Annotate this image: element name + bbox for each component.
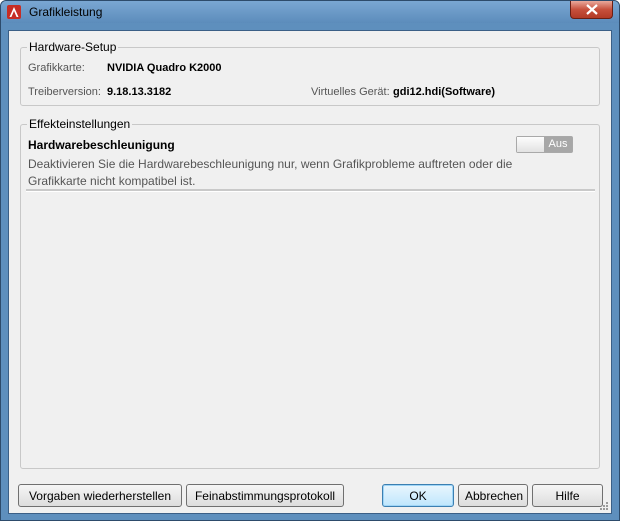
resize-grip-icon[interactable] — [599, 501, 609, 511]
section-divider — [26, 189, 595, 192]
effects-settings-legend: Effekteinstellungen — [27, 117, 133, 131]
driver-version-label: Treiberversion: — [28, 86, 101, 98]
window-title: Grafikleistung — [29, 5, 103, 19]
toggle-knob — [517, 137, 545, 152]
tuning-log-button[interactable]: Feinabstimmungsprotokoll — [186, 484, 344, 507]
virtual-device-label: Virtuelles Gerät: — [311, 86, 390, 98]
cancel-button[interactable]: Abbrechen — [458, 484, 528, 507]
dialog-window: Grafikleistung Hardware-Setup Grafikkart… — [0, 0, 620, 521]
driver-version-value: 9.18.13.3182 — [107, 86, 172, 98]
help-button[interactable]: Hilfe — [532, 484, 603, 507]
virtual-device-value: gdi12.hdi(Software) — [393, 86, 496, 98]
hardware-setup-group: Hardware-Setup Grafikkarte: NVIDIA Quadr… — [20, 40, 600, 106]
effects-settings-group: Effekteinstellungen Hardwarebeschleunigu… — [20, 117, 600, 469]
hardware-acceleration-title: Hardwarebeschleunigung — [28, 138, 175, 152]
ok-button[interactable]: OK — [382, 484, 454, 507]
dialog-client-area: Hardware-Setup Grafikkarte: NVIDIA Quadr… — [8, 30, 612, 514]
close-button[interactable] — [570, 1, 613, 19]
graphics-card-value: NVIDIA Quadro K2000 — [107, 62, 222, 74]
hardware-acceleration-toggle[interactable]: Aus — [516, 136, 573, 153]
hardware-setup-legend: Hardware-Setup — [27, 40, 119, 54]
hardware-acceleration-description: Deaktivieren Sie die Hardwarebeschleunig… — [28, 157, 513, 188]
graphics-card-label: Grafikkarte: — [28, 62, 85, 74]
title-bar[interactable]: Grafikleistung — [1, 1, 619, 23]
close-icon — [586, 4, 598, 15]
toggle-state-label: Aus — [544, 137, 572, 152]
autocad-app-icon — [7, 5, 21, 19]
restore-defaults-button[interactable]: Vorgaben wiederherstellen — [18, 484, 182, 507]
